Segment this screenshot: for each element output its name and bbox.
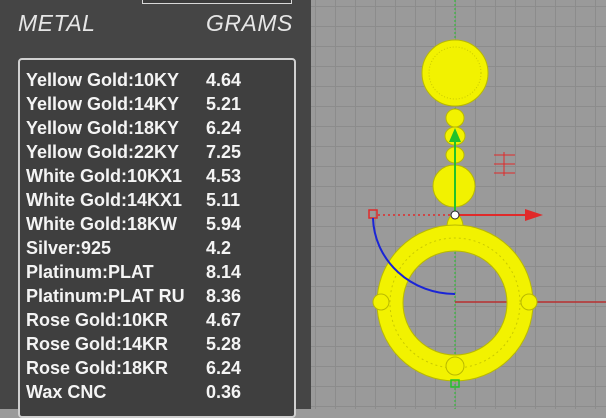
gumball-x-arrow[interactable] <box>525 209 543 221</box>
metal-grams: 4.2 <box>206 238 232 258</box>
grams-column-header: GRAMS <box>206 10 293 36</box>
metal-name: White Gold:10KX1 <box>26 166 183 186</box>
metal-grams: 4.67 <box>206 310 242 330</box>
ring-stone[interactable] <box>520 293 538 311</box>
metal-grams: 7.25 <box>206 142 242 162</box>
list-item[interactable]: Rose Gold:18KR 6.24 <box>26 356 296 380</box>
metal-name: White Gold:18KW <box>26 214 177 234</box>
list-item[interactable]: Wax CNC 0.36 <box>26 380 296 404</box>
metal-column-header: METAL <box>18 10 96 36</box>
metal-grams: 5.11 <box>206 190 241 210</box>
gumball-center[interactable] <box>450 210 460 220</box>
metal-grams: 5.94 <box>206 214 242 234</box>
metal-name: Rose Gold:18KR <box>26 358 169 378</box>
metal-grams: 8.14 <box>206 262 242 282</box>
metal-grams: 4.64 <box>206 70 242 90</box>
list-item[interactable]: Yellow Gold:18KY 6.24 <box>26 116 296 140</box>
list-item[interactable]: Rose Gold:14KR 5.28 <box>26 332 296 356</box>
top-disc[interactable] <box>421 39 489 107</box>
list-item[interactable]: Silver:925 4.2 <box>26 236 296 260</box>
metal-name: White Gold:14KX1 <box>26 190 183 210</box>
metal-grams: 5.28 <box>206 334 242 354</box>
metal-grams: 0.36 <box>206 382 242 402</box>
list-item[interactable]: Yellow Gold:22KY 7.25 <box>26 140 296 164</box>
metal-name: Rose Gold:14KR <box>26 334 169 354</box>
metal-name: Wax CNC <box>26 382 107 402</box>
list-item[interactable]: Rose Gold:10KR 4.67 <box>26 308 296 332</box>
link-bead[interactable] <box>445 108 465 128</box>
list-item[interactable]: White Gold:10KX1 4.53 <box>26 164 296 188</box>
metal-name: Yellow Gold:18KY <box>26 118 180 138</box>
list-item[interactable]: Yellow Gold:10KY 4.64 <box>26 68 296 92</box>
ring-stone[interactable] <box>445 356 465 376</box>
list-item[interactable]: Yellow Gold:14KY 5.21 <box>26 92 296 116</box>
list-item[interactable]: Platinum:PLAT RU 8.36 <box>26 284 296 308</box>
list-item[interactable]: White Gold:18KW 5.94 <box>26 212 296 236</box>
list-item[interactable]: White Gold:14KX1 5.11 <box>26 188 296 212</box>
metal-name: Silver:925 <box>26 238 112 258</box>
metal-grams: 6.24 <box>206 118 242 138</box>
viewport-scene <box>368 0 606 409</box>
reference-marker <box>494 152 515 176</box>
metal-grams: 5.21 <box>206 94 242 114</box>
ring-stone[interactable] <box>372 293 390 311</box>
metal-name: Platinum:PLAT <box>26 262 154 282</box>
metal-name: Yellow Gold:22KY <box>26 142 180 162</box>
metal-name: Yellow Gold:10KY <box>26 70 180 90</box>
metal-grams: 4.53 <box>206 166 242 186</box>
metal-grams: 8.36 <box>206 286 242 306</box>
3d-viewport[interactable] <box>311 0 606 409</box>
metal-weight-panel: METAL GRAMS Yellow Gold:10KY 4.64 Yellow … <box>0 0 312 418</box>
metal-name: Yellow Gold:14KY <box>26 94 180 114</box>
gumball-scale-handle[interactable] <box>368 209 378 219</box>
metal-grams: 6.24 <box>206 358 242 378</box>
metal-name: Platinum:PLAT RU <box>26 286 185 306</box>
top-field[interactable] <box>142 0 292 4</box>
metal-name: Rose Gold:10KR <box>26 310 169 330</box>
list-item[interactable]: Platinum:PLAT 8.14 <box>26 260 296 284</box>
